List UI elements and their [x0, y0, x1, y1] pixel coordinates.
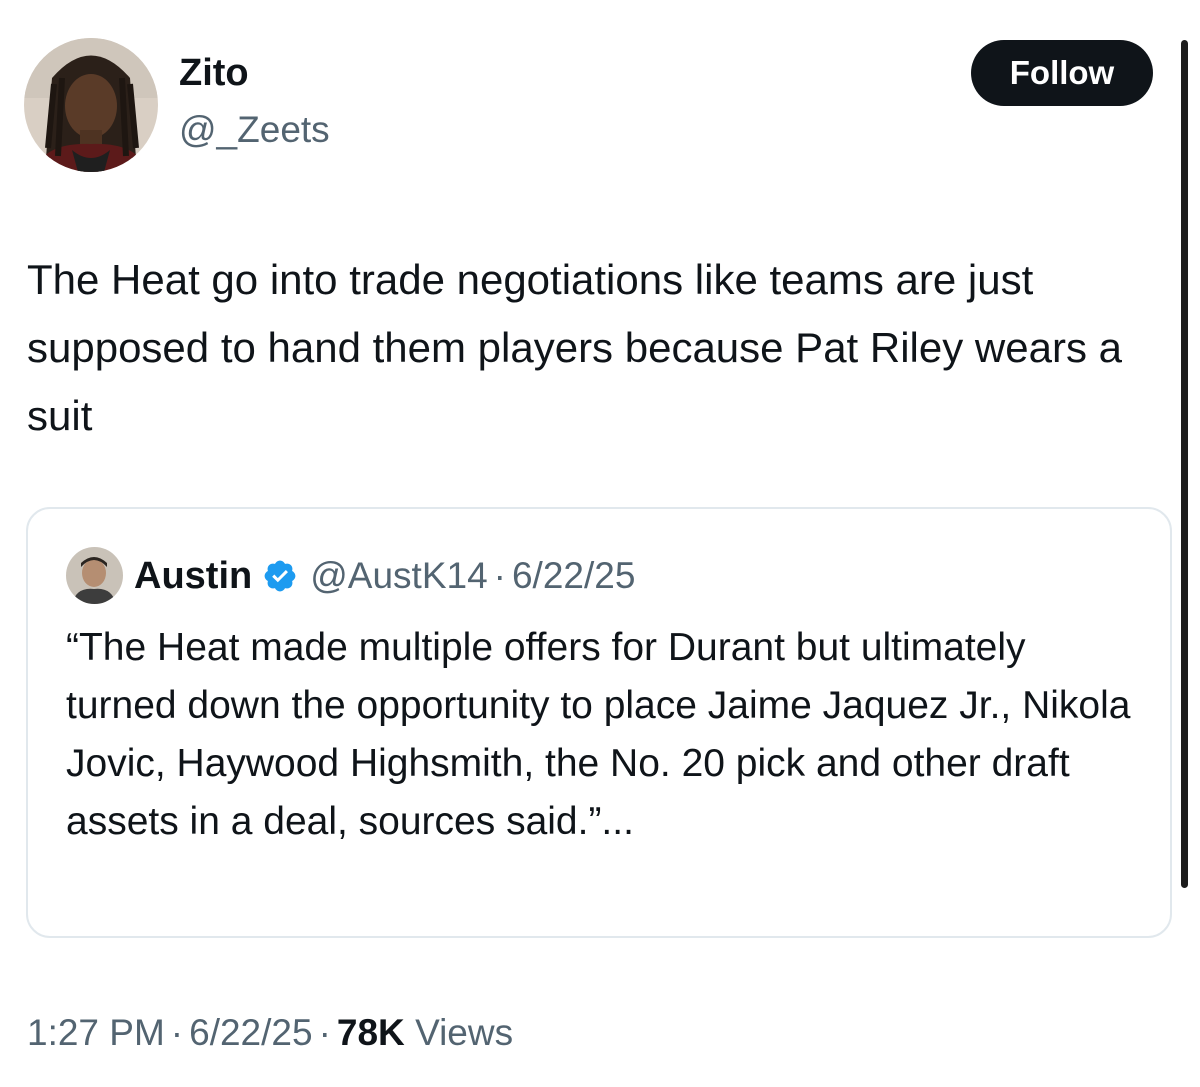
views-label: Views	[415, 1012, 514, 1053]
tweet-meta: 1:27 PM · 6/22/25 · 78K Views	[27, 1008, 513, 1058]
quoted-date[interactable]: 6/22/25	[512, 555, 635, 597]
quoted-author-handle[interactable]: @AustK14	[310, 555, 487, 597]
meta-separator: ·	[170, 1012, 184, 1053]
views-count: 78K	[336, 1012, 405, 1053]
follow-button[interactable]: Follow	[971, 40, 1153, 106]
scrollbar[interactable]	[1181, 40, 1188, 888]
quoted-separator: ·	[493, 555, 506, 596]
quoted-author-avatar	[66, 547, 123, 604]
meta-separator-2: ·	[318, 1012, 331, 1053]
quoted-avatar-image	[66, 547, 123, 604]
quoted-tweet-text: “The Heat made multiple offers for Duran…	[66, 626, 1131, 843]
tweet-view: Zito @_Zeets Follow The Heat go into tra…	[0, 0, 1200, 1087]
tweet-date[interactable]: 6/22/25	[189, 1012, 312, 1053]
tweet-time[interactable]: 1:27 PM	[27, 1012, 165, 1053]
author-handle[interactable]: @_Zeets	[179, 108, 330, 152]
author-avatar-image	[24, 38, 158, 172]
quoted-tweet-card[interactable]: Austin @AustK14 · 6/22/25 “The Heat made…	[26, 507, 1172, 938]
author-name[interactable]: Zito	[179, 51, 249, 95]
quoted-tweet-header: Austin @AustK14 · 6/22/25	[134, 551, 635, 601]
tweet-text: The Heat go into trade negotiations like…	[27, 256, 1122, 439]
verified-badge-icon	[262, 558, 298, 594]
quoted-author-name[interactable]: Austin	[134, 555, 252, 598]
author-avatar[interactable]	[24, 38, 158, 172]
